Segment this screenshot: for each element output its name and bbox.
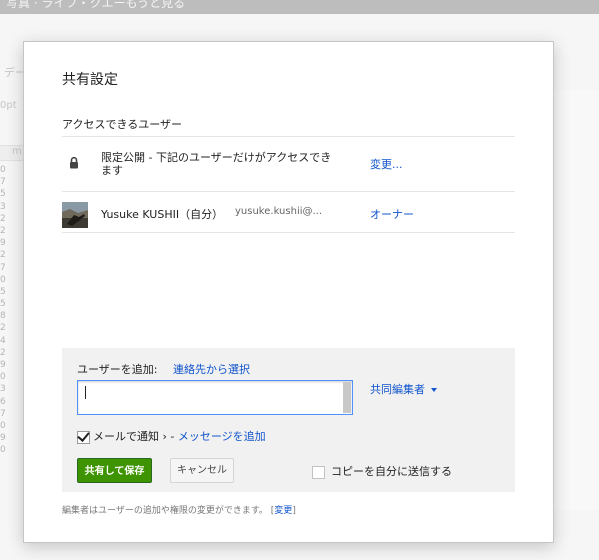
background-row-number: 0 [0, 274, 6, 285]
background-window-title: 写真 · ライフ・クエーもうと見る [6, 0, 186, 10]
choose-from-contacts-link[interactable]: 連絡先から選択 [173, 361, 250, 377]
send-copy-label: コピーを自分に送信する [331, 465, 452, 478]
background-row-number: 9 [0, 433, 6, 444]
divider [62, 232, 515, 233]
background-window-titlebar: 写真 · ライフ・クエーもうと見る [0, 0, 599, 14]
background-row-number: 2 [0, 347, 6, 358]
background-row-number: 7 [0, 177, 6, 188]
add-people-panel: ユーザーを追加: 連絡先から選択 共同編集者 メールで通知 › - メッセージを… [62, 348, 515, 492]
lock-icon [70, 156, 78, 169]
owner-role-label: オーナー [370, 208, 414, 221]
background-row-number: 3 [0, 201, 6, 212]
divider [62, 191, 515, 192]
notify-checkbox[interactable] [77, 430, 90, 444]
footer-change-link[interactable]: 変更 [274, 506, 292, 516]
dialog-title: 共有設定 [62, 72, 118, 88]
background-row-number: 6 [0, 396, 6, 407]
background-row-number: 9 [0, 360, 6, 370]
notify-row: メールで通知 › - メッセージを追加 [77, 428, 266, 444]
background-font-size-field: 0pt [0, 100, 17, 111]
background-row-number: 7 [0, 408, 6, 419]
background-row-number: 5 [0, 286, 6, 297]
access-level-description: 限定公開 - 下記のユーザーだけがアクセスできます [101, 151, 332, 177]
divider [62, 136, 515, 137]
background-row-number: 9 [0, 238, 6, 249]
text-caret [85, 386, 86, 399]
background-column-header: m [12, 146, 22, 157]
add-message-link[interactable]: メッセージを追加 [178, 430, 266, 443]
input-scrollbar[interactable] [343, 382, 351, 413]
footer-note-text: 編集者はユーザーの追加や権限の変更ができます。 [62, 506, 268, 516]
owner-name: Yusuke KUSHII（自分） [101, 208, 224, 221]
notify-label: メールで通知 [93, 430, 159, 443]
background-row-number: 5 [0, 299, 6, 310]
background-row-number: 2 [0, 225, 6, 236]
background-row-number: 2 [0, 323, 6, 334]
background-row-number: 4 [0, 335, 6, 346]
avatar [62, 202, 88, 228]
background-row-number: 3 [0, 384, 6, 395]
share-and-save-button[interactable]: 共有して保存 [77, 458, 152, 483]
change-visibility-link[interactable]: 変更... [370, 156, 403, 172]
footer-note: 編集者はユーザーの追加や権限の変更ができます。 [変更] [62, 503, 296, 516]
background-row-number: 8 [0, 311, 6, 322]
chevron-down-icon [431, 388, 437, 392]
share-settings-dialog: 共有設定 アクセスできるユーザー 限定公開 - 下記のユーザーだけがアクセスでき… [23, 41, 554, 543]
cancel-button[interactable]: キャンセル [170, 458, 234, 483]
background-row-number: 2 [0, 250, 6, 261]
footer-bracket-close: ] [292, 506, 296, 516]
add-people-input[interactable] [77, 380, 353, 415]
add-people-label: ユーザーを追加: [77, 363, 158, 376]
permission-role-dropdown[interactable]: 共同編集者 [370, 381, 437, 397]
background-row-number: 2 [0, 213, 6, 224]
background-row-number: 7 [0, 262, 6, 273]
access-section-title: アクセスできるユーザー [62, 118, 183, 131]
send-copy-checkbox[interactable] [312, 465, 325, 479]
owner-email: yusuke.kushii@... [235, 206, 323, 217]
notify-separator: › - [162, 430, 175, 443]
send-copy-row: コピーを自分に送信する [312, 463, 452, 479]
background-row-numbers: 075322927055824290367090 [0, 164, 10, 457]
background-row-number: 0 [0, 445, 6, 456]
background-row-number: 0 [0, 372, 6, 383]
permission-role-label: 共同編集者 [370, 383, 425, 396]
background-row-number: 5 [0, 189, 6, 200]
background-row-number: 0 [0, 165, 6, 175]
background-right-panel [552, 90, 599, 510]
background-row-number: 0 [0, 420, 6, 431]
